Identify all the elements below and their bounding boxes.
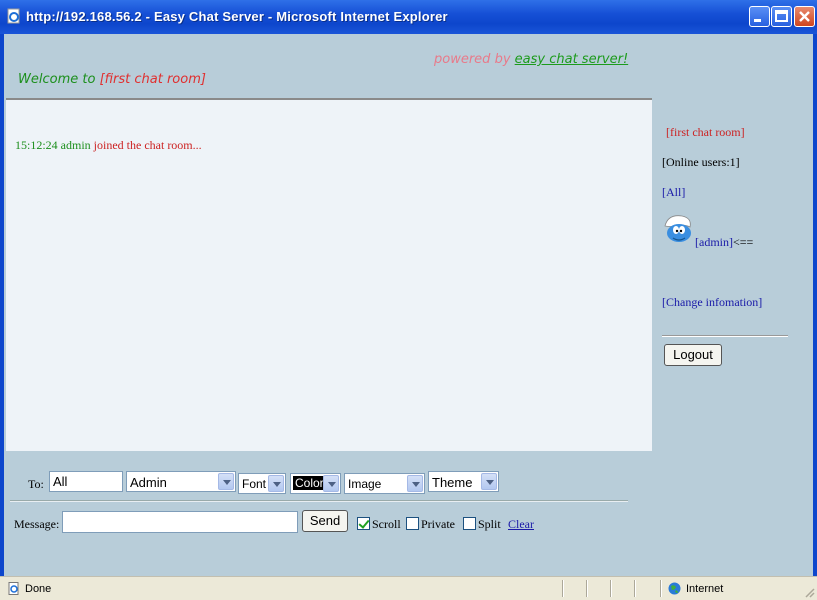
- user-select-value: Admin: [130, 475, 167, 490]
- user-link-admin[interactable]: [admin]: [695, 235, 733, 249]
- chevron-down-icon: [218, 473, 234, 490]
- status-divider: [660, 580, 662, 597]
- sidebar-room: [first chat room]: [666, 125, 745, 139]
- window-title: http://192.168.56.2 - Easy Chat Server -…: [26, 9, 448, 24]
- online-users: [Online users:1]: [662, 155, 740, 169]
- powered-prefix: powered by: [434, 52, 511, 67]
- chevron-down-icon: [407, 475, 423, 492]
- minimize-button[interactable]: [749, 6, 770, 27]
- welcome-text: Welcome to [first chat room]: [18, 72, 206, 87]
- status-text: Done: [25, 583, 52, 595]
- message-user: admin: [60, 138, 91, 152]
- status-bar: Done Internet: [0, 576, 817, 600]
- powered-by: powered by easy chat server!: [434, 52, 628, 67]
- font-select[interactable]: Font: [238, 473, 286, 494]
- clear-link[interactable]: Clear: [508, 517, 534, 532]
- status-divider: [610, 580, 612, 597]
- split-checkbox[interactable]: [463, 517, 476, 530]
- powered-link[interactable]: easy chat server!: [515, 52, 629, 67]
- chevron-down-icon: [323, 475, 339, 492]
- chat-area: 15:12:24 admin joined the chat room...: [6, 98, 652, 451]
- smurf-avatar-icon: [664, 215, 691, 242]
- zone-text: Internet: [686, 583, 724, 595]
- window-titlebar: http://192.168.56.2 - Easy Chat Server -…: [0, 0, 817, 34]
- color-select-value: Color: [293, 476, 326, 490]
- sidebar-divider: [662, 335, 788, 337]
- scroll-label: Scroll: [372, 517, 401, 531]
- image-select[interactable]: Image: [344, 473, 425, 494]
- globe-icon: [668, 582, 681, 595]
- resize-grip-icon[interactable]: [803, 586, 815, 598]
- logout-button[interactable]: Logout: [664, 344, 722, 366]
- close-button[interactable]: [794, 6, 815, 27]
- change-information-link[interactable]: [Change infomation]: [662, 295, 762, 310]
- all-users-link[interactable]: [All]: [662, 185, 685, 200]
- current-user-marker: <==: [733, 235, 754, 249]
- message-label: Message:: [14, 517, 60, 531]
- split-label: Split: [478, 517, 501, 531]
- chat-message: 15:12:24 admin joined the chat room...: [15, 138, 202, 153]
- welcome-prefix: Welcome to: [18, 72, 96, 87]
- font-select-value: Font: [242, 477, 267, 491]
- private-checkbox[interactable]: [406, 517, 419, 530]
- message-input[interactable]: [62, 511, 298, 533]
- maximize-button[interactable]: [771, 6, 792, 27]
- welcome-room: [first chat room]: [99, 72, 206, 87]
- status-divider: [634, 580, 636, 597]
- send-button[interactable]: Send: [302, 510, 348, 532]
- ie-page-icon: [7, 8, 20, 24]
- status-divider: [562, 580, 564, 597]
- theme-select[interactable]: Theme: [428, 471, 499, 492]
- minimize-icon: [754, 19, 761, 22]
- image-select-value: Image: [348, 477, 382, 491]
- close-icon: [799, 11, 810, 22]
- page-icon: [8, 582, 19, 595]
- to-input[interactable]: All: [49, 471, 123, 492]
- chevron-down-icon: [268, 475, 284, 492]
- message-time: 15:12:24: [15, 138, 58, 152]
- theme-select-value: Theme: [432, 475, 473, 490]
- scroll-checkbox[interactable]: [357, 517, 370, 530]
- status-divider: [586, 580, 588, 597]
- message-text: joined the chat room...: [93, 138, 202, 152]
- chevron-down-icon: [481, 473, 497, 490]
- user-select[interactable]: Admin: [126, 471, 236, 492]
- color-select[interactable]: Color: [290, 473, 341, 494]
- private-label: Private: [421, 517, 455, 531]
- maximize-icon: [775, 10, 788, 22]
- controls-divider: [10, 500, 628, 502]
- user-entry: [admin]<==: [695, 235, 753, 250]
- to-label: To:: [28, 477, 44, 491]
